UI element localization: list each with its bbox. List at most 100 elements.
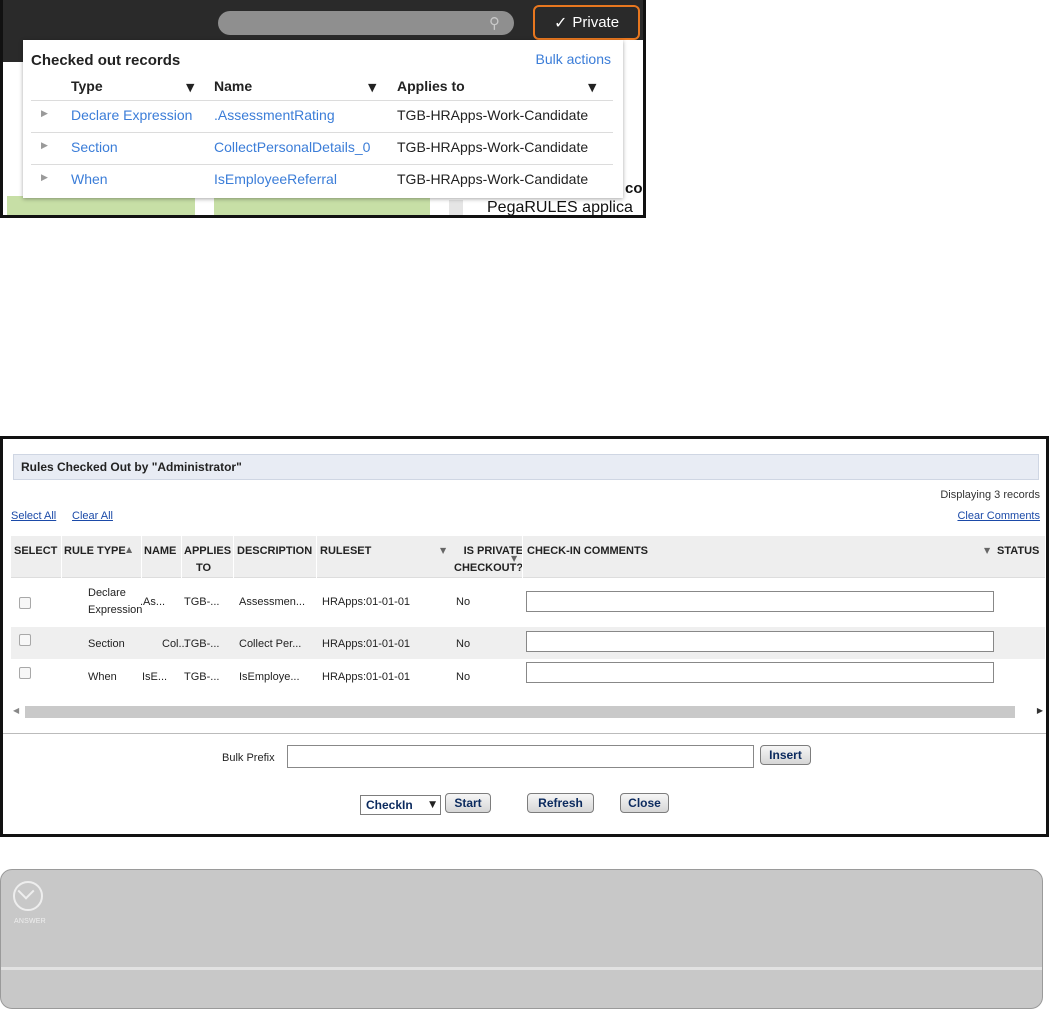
cell-ruleset: HRApps:01-01-01 [322,596,411,608]
chevron-down-icon[interactable]: ▼ [984,546,990,555]
column-header-name[interactable]: Name [214,78,252,94]
start-button[interactable]: Start [445,793,491,813]
record-applies-to: TGB-HRApps-Work-Candidate [397,171,589,187]
cell-is-private: No [456,671,471,683]
expand-arrow-icon[interactable]: ▶ [41,141,48,151]
record-type-link[interactable]: When [71,171,108,187]
cell-ruleset: HRApps:01-01-01 [322,638,411,650]
cell-ruleset: HRApps:01-01-01 [322,671,411,683]
divider [3,733,1046,734]
table-row[interactable]: Declare Expression .As... TGB-... Assess… [11,581,1045,625]
record-type-link[interactable]: Declare Expression [71,107,192,123]
record-row[interactable]: ▶ When IsEmployeeReferral TGB-HRApps-Wor… [31,164,613,194]
column-divider [316,536,317,578]
column-header-check-in-comments[interactable]: CHECK-IN COMMENTS [527,543,648,560]
refresh-button[interactable]: Refresh [527,793,594,813]
sort-icon[interactable]: ▼ [511,554,517,563]
answer-label: ANSWER [14,918,46,925]
checkmark-icon: ✓ [553,13,568,32]
column-header-applies-to[interactable]: Applies to [397,78,465,94]
scrollbar-thumb[interactable] [25,706,1015,718]
record-type-link[interactable]: Section [71,139,118,155]
row-select-checkbox[interactable] [19,667,31,679]
rules-checked-out-dialog: Rules Checked Out by "Administrator" Dis… [0,436,1049,837]
cell-rule-type: Section [88,638,125,650]
private-button-label: Private [572,14,620,31]
dialog-title: Rules Checked Out by "Administrator" [21,460,242,474]
bulk-prefix-label: Bulk Prefix [222,752,275,764]
filter-icon[interactable]: ▼ [186,81,194,94]
header-line: TO [196,562,212,574]
record-name-link[interactable]: CollectPersonalDetails_0 [214,139,370,155]
record-name-link[interactable]: .AssessmentRating [214,107,335,123]
horizontal-scrollbar[interactable]: ◀ ▶ [11,703,1045,721]
row-select-checkbox[interactable] [19,634,31,646]
cell-description: Collect Per... [239,638,302,650]
sort-ascending-icon[interactable]: ▲ [126,545,132,554]
cell-rule-type: When [88,671,117,683]
column-header-select[interactable]: SELECT [14,543,57,560]
bulk-prefix-input[interactable] [287,745,754,768]
row-select-checkbox[interactable] [19,597,31,609]
cell-rule-type: Declare [88,587,126,599]
scroll-left-icon[interactable]: ◀ [13,706,19,715]
background-green-bar [214,196,430,215]
select-all-link[interactable]: Select All [11,510,56,522]
close-button[interactable]: Close [620,793,669,813]
column-divider [522,536,523,578]
search-icon: ⚲ [489,14,500,32]
checked-out-records-panel: Checked out records Bulk actions Type ▼ … [23,40,623,198]
grid-header: SELECT RULE TYPE ▲ NAME APPLIES TO DESCRI… [11,536,1045,578]
background-text: PegaRULES applica [487,199,633,216]
table-row[interactable]: Section Col... TGB-... Collect Per... HR… [11,627,1045,659]
column-header-description[interactable]: DESCRIPTION [237,543,312,560]
header-line: CHECKOUT? [454,562,524,574]
private-checkout-button[interactable]: ✓ Private [533,5,640,40]
action-select-value: CheckIn [366,798,413,812]
column-header-rule-type[interactable]: RULE TYPE [64,543,126,560]
filter-icon[interactable]: ▼ [588,81,596,94]
expand-arrow-icon[interactable]: ▶ [41,109,48,119]
cell-description: Assessmen... [239,596,306,608]
panel-title: Checked out records [31,52,181,69]
scroll-right-icon[interactable]: ▶ [1037,706,1043,715]
column-header-status[interactable]: STATUS [997,543,1039,560]
background-grey-block [449,200,463,215]
divider [1,967,1042,970]
record-name-link[interactable]: IsEmployeeReferral [214,171,337,187]
cell-applies-to: TGB-... [184,671,220,683]
column-header-applies-to[interactable]: APPLIES TO [184,543,231,577]
table-row[interactable]: When IsE... TGB-... IsEmploye... HRApps:… [11,660,1045,692]
column-header-ruleset[interactable]: RULESET [320,543,371,560]
record-applies-to: TGB-HRApps-Work-Candidate [397,139,589,155]
record-row[interactable]: ▶ Section CollectPersonalDetails_0 TGB-H… [31,132,613,162]
search-input[interactable]: ⚲ [218,11,514,35]
record-count: Displaying 3 records [940,489,1040,501]
clear-comments-link[interactable]: Clear Comments [957,510,1040,522]
column-divider [61,536,62,578]
check-in-comment-input[interactable] [526,591,994,612]
dialog-title-bar: Rules Checked Out by "Administrator" [13,454,1039,480]
action-select[interactable]: CheckIn ▼ [360,795,441,815]
record-row[interactable]: ▶ Declare Expression .AssessmentRating T… [31,100,613,130]
chevron-down-icon: ▼ [429,800,436,810]
cell-name: IsE... [142,671,168,683]
column-header-name[interactable]: NAME [144,543,176,560]
chevron-down-icon[interactable]: ▼ [440,546,446,555]
cell-applies-to: TGB-... [184,596,220,608]
header-line: APPLIES [184,545,232,557]
bulk-actions-link[interactable]: Bulk actions [536,51,611,67]
background-green-bar [7,196,195,215]
cell-description: IsEmploye... [239,671,300,683]
filter-icon[interactable]: ▼ [368,81,376,94]
insert-button[interactable]: Insert [760,745,811,765]
cell-is-private: No [456,638,471,650]
column-header-type[interactable]: Type [71,78,103,94]
check-in-comment-input[interactable] [526,631,994,652]
clear-all-link[interactable]: Clear All [72,510,113,522]
check-in-comment-input[interactable] [526,662,994,683]
column-divider [233,536,234,578]
checked-out-records-screenshot: ⚲ ✓ Private co PegaRULES applica Checked… [0,0,646,218]
expand-arrow-icon[interactable]: ▶ [41,173,48,183]
answer-toggle-button[interactable]: ANSWER [11,881,55,925]
